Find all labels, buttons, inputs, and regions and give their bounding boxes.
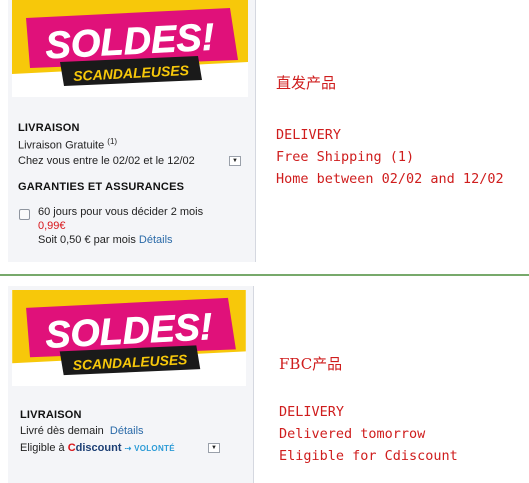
delivery-tomorrow-line: Livré dès demain Détails — [20, 425, 144, 437]
product-panel-fbc: SOLDES! SCANDALEUSES LIVRAISON Livré dès… — [8, 286, 254, 483]
volonte-logo: ⇢ VOLONTÉ — [124, 444, 175, 453]
warranty-monthly: Soit 0,50 € par mois — [38, 234, 136, 246]
warranty-monthly-line: Soit 0,50 € par mois Détails — [38, 234, 173, 246]
cdiscount-logo: Cdiscount — [67, 442, 122, 454]
chevron-down-icon[interactable]: ▼ — [208, 443, 220, 453]
annotation-top-line-1: DELIVERY — [276, 127, 342, 143]
delivery-details-link[interactable]: Détails — [110, 425, 144, 437]
annotation-bottom-heading: FBC产品 — [279, 355, 343, 373]
delivery-title: LIVRAISON — [18, 122, 80, 134]
free-shipping-label: Livraison Gratuite — [18, 139, 105, 152]
warranty-title: GARANTIES ET ASSURANCES — [18, 181, 185, 193]
warranty-price: 0,99€ — [38, 220, 66, 232]
soldes-banner-graphic: SOLDES! SCANDALEUSES — [12, 290, 246, 376]
warranty-details-link[interactable]: Détails — [139, 234, 173, 246]
delivery-tomorrow: Livré dès demain — [20, 425, 104, 437]
soldes-banner: SOLDES! SCANDALEUSES — [12, 0, 248, 97]
annotation-top-line-2: Free Shipping (1) — [276, 149, 415, 165]
delivery-title: LIVRAISON — [20, 409, 82, 421]
product-panel-direct: SOLDES! SCANDALEUSES LIVRAISON Livraison… — [8, 0, 256, 262]
chevron-down-icon[interactable]: ▼ — [229, 156, 241, 166]
home-delivery-dates: Chez vous entre le 02/02 et le 12/02 — [18, 155, 195, 167]
soldes-banner: SOLDES! SCANDALEUSES — [12, 290, 246, 386]
warranty-option: 60 jours pour vous décider 2 mois — [38, 206, 204, 218]
annotation-top-heading: 直发产品 — [276, 74, 337, 92]
free-shipping-line: Livraison Gratuite (1) — [18, 137, 117, 152]
annotation-bottom-line-2: Delivered tomorrow — [279, 426, 426, 442]
eligible-label: Eligible à — [20, 442, 65, 454]
annotation-top-line-3: Home between 02/02 and 12/02 — [276, 171, 504, 187]
eligible-line: Eligible à Cdiscount ⇢ VOLONTÉ — [20, 442, 175, 454]
annotation-bottom-line-3: Eligible for Cdiscount — [279, 448, 458, 464]
soldes-banner-graphic: SOLDES! SCANDALEUSES — [12, 0, 248, 86]
section-divider — [0, 274, 529, 276]
shipping-footnote[interactable]: (1) — [107, 137, 117, 146]
warranty-checkbox[interactable] — [19, 209, 30, 220]
annotation-bottom-line-1: DELIVERY — [279, 404, 345, 420]
